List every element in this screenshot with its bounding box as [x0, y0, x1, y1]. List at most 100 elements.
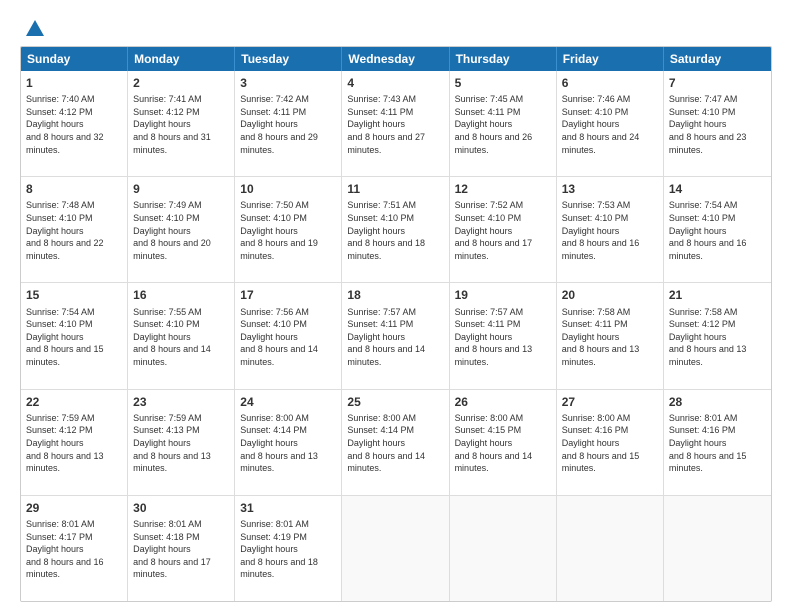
day-cell: 30 Sunrise: 8:01 AMSunset: 4:18 PMDayligh… — [128, 496, 235, 601]
day-info: Sunrise: 8:00 AMSunset: 4:16 PMDaylight … — [562, 412, 658, 475]
day-info: Sunrise: 7:47 AMSunset: 4:10 PMDaylight … — [669, 93, 766, 156]
day-number: 20 — [562, 287, 658, 303]
day-info: Sunrise: 7:45 AMSunset: 4:11 PMDaylight … — [455, 93, 551, 156]
day-cell: 5 Sunrise: 7:45 AMSunset: 4:11 PMDaylight… — [450, 71, 557, 176]
day-cell: 22 Sunrise: 7:59 AMSunset: 4:12 PMDayligh… — [21, 390, 128, 495]
day-number: 18 — [347, 287, 443, 303]
day-cell: 14 Sunrise: 7:54 AMSunset: 4:10 PMDayligh… — [664, 177, 771, 282]
week-row-1: 1Sunrise: 7:40 AMSunset: 4:12 PMDaylight… — [21, 71, 771, 176]
day-info: Sunrise: 8:01 AMSunset: 4:18 PMDaylight … — [133, 518, 229, 581]
day-number: 16 — [133, 287, 229, 303]
day-cell: 24Sunrise: 8:00 AMSunset: 4:14 PMDayligh… — [235, 390, 342, 495]
day-cell: 23 Sunrise: 7:59 AMSunset: 4:13 PMDayligh… — [128, 390, 235, 495]
day-number: 12 — [455, 181, 551, 197]
day-number: 2 — [133, 75, 229, 91]
day-number: 14 — [669, 181, 766, 197]
day-cell: 29 Sunrise: 8:01 AMSunset: 4:17 PMDayligh… — [21, 496, 128, 601]
day-number: 19 — [455, 287, 551, 303]
day-cell: 26 Sunrise: 8:00 AMSunset: 4:15 PMDayligh… — [450, 390, 557, 495]
day-cell: 25Sunrise: 8:00 AMSunset: 4:14 PMDayligh… — [342, 390, 449, 495]
day-info: Sunrise: 8:00 AMSunset: 4:14 PMDaylight … — [347, 412, 443, 475]
day-cell: 21 Sunrise: 7:58 AMSunset: 4:12 PMDayligh… — [664, 283, 771, 388]
day-cell: 16 Sunrise: 7:55 AMSunset: 4:10 PMDayligh… — [128, 283, 235, 388]
day-cell: 18 Sunrise: 7:57 AMSunset: 4:11 PMDayligh… — [342, 283, 449, 388]
day-number: 31 — [240, 500, 336, 516]
logo-icon — [24, 18, 46, 40]
header-sunday: Sunday — [21, 47, 128, 71]
day-cell: 6Sunrise: 7:46 AMSunset: 4:10 PMDaylight… — [557, 71, 664, 176]
day-cell: 19 Sunrise: 7:57 AMSunset: 4:11 PMDayligh… — [450, 283, 557, 388]
day-cell: 27 Sunrise: 8:00 AMSunset: 4:16 PMDayligh… — [557, 390, 664, 495]
day-cell: 13 Sunrise: 7:53 AMSunset: 4:10 PMDayligh… — [557, 177, 664, 282]
day-number: 4 — [347, 75, 443, 91]
day-cell: 2 Sunrise: 7:41 AMSunset: 4:12 PMDaylight… — [128, 71, 235, 176]
day-cell: 17Sunrise: 7:56 AMSunset: 4:10 PMDayligh… — [235, 283, 342, 388]
day-info: Sunrise: 8:01 AMSunset: 4:19 PMDaylight … — [240, 518, 336, 581]
day-number: 5 — [455, 75, 551, 91]
day-cell — [557, 496, 664, 601]
day-number: 6 — [562, 75, 658, 91]
day-cell: 1Sunrise: 7:40 AMSunset: 4:12 PMDaylight… — [21, 71, 128, 176]
week-row-5: 29 Sunrise: 8:01 AMSunset: 4:17 PMDayligh… — [21, 495, 771, 601]
day-info: Sunrise: 7:59 AMSunset: 4:13 PMDaylight … — [133, 412, 229, 475]
calendar: SundayMondayTuesdayWednesdayThursdayFrid… — [20, 46, 772, 602]
page-header — [20, 18, 772, 36]
day-number: 30 — [133, 500, 229, 516]
day-number: 15 — [26, 287, 122, 303]
day-info: Sunrise: 7:57 AMSunset: 4:11 PMDaylight … — [455, 306, 551, 369]
day-info: Sunrise: 7:41 AMSunset: 4:12 PMDaylight … — [133, 93, 229, 156]
day-number: 28 — [669, 394, 766, 410]
day-info: Sunrise: 7:58 AMSunset: 4:11 PMDaylight … — [562, 306, 658, 369]
logo — [20, 18, 46, 36]
day-info: Sunrise: 7:54 AMSunset: 4:10 PMDaylight … — [669, 199, 766, 262]
day-info: Sunrise: 7:56 AMSunset: 4:10 PMDaylight … — [240, 306, 336, 369]
day-info: Sunrise: 7:51 AMSunset: 4:10 PMDaylight … — [347, 199, 443, 262]
day-info: Sunrise: 7:43 AMSunset: 4:11 PMDaylight … — [347, 93, 443, 156]
day-cell: 7Sunrise: 7:47 AMSunset: 4:10 PMDaylight… — [664, 71, 771, 176]
day-number: 26 — [455, 394, 551, 410]
day-cell: 11 Sunrise: 7:51 AMSunset: 4:10 PMDayligh… — [342, 177, 449, 282]
day-info: Sunrise: 7:57 AMSunset: 4:11 PMDaylight … — [347, 306, 443, 369]
day-info: Sunrise: 7:58 AMSunset: 4:12 PMDaylight … — [669, 306, 766, 369]
day-cell: 20 Sunrise: 7:58 AMSunset: 4:11 PMDayligh… — [557, 283, 664, 388]
header-friday: Friday — [557, 47, 664, 71]
day-info: Sunrise: 7:40 AMSunset: 4:12 PMDaylight … — [26, 93, 122, 156]
day-info: Sunrise: 7:59 AMSunset: 4:12 PMDaylight … — [26, 412, 122, 475]
day-cell: 28 Sunrise: 8:01 AMSunset: 4:16 PMDayligh… — [664, 390, 771, 495]
day-cell — [342, 496, 449, 601]
day-number: 3 — [240, 75, 336, 91]
day-number: 21 — [669, 287, 766, 303]
day-cell: 12 Sunrise: 7:52 AMSunset: 4:10 PMDayligh… — [450, 177, 557, 282]
day-number: 23 — [133, 394, 229, 410]
calendar-body: 1Sunrise: 7:40 AMSunset: 4:12 PMDaylight… — [21, 71, 771, 601]
day-cell: 3 Sunrise: 7:42 AMSunset: 4:11 PMDaylight… — [235, 71, 342, 176]
day-info: Sunrise: 7:55 AMSunset: 4:10 PMDaylight … — [133, 306, 229, 369]
day-info: Sunrise: 7:48 AMSunset: 4:10 PMDaylight … — [26, 199, 122, 262]
calendar-header: SundayMondayTuesdayWednesdayThursdayFrid… — [21, 47, 771, 71]
calendar-page: SundayMondayTuesdayWednesdayThursdayFrid… — [0, 0, 792, 612]
day-info: Sunrise: 7:54 AMSunset: 4:10 PMDaylight … — [26, 306, 122, 369]
day-info: Sunrise: 7:53 AMSunset: 4:10 PMDaylight … — [562, 199, 658, 262]
day-info: Sunrise: 8:01 AMSunset: 4:16 PMDaylight … — [669, 412, 766, 475]
day-cell — [664, 496, 771, 601]
day-number: 27 — [562, 394, 658, 410]
day-info: Sunrise: 7:52 AMSunset: 4:10 PMDaylight … — [455, 199, 551, 262]
day-number: 29 — [26, 500, 122, 516]
day-cell: 15 Sunrise: 7:54 AMSunset: 4:10 PMDayligh… — [21, 283, 128, 388]
day-number: 11 — [347, 181, 443, 197]
week-row-2: 8 Sunrise: 7:48 AMSunset: 4:10 PMDaylight… — [21, 176, 771, 282]
day-number: 9 — [133, 181, 229, 197]
day-info: Sunrise: 8:00 AMSunset: 4:15 PMDaylight … — [455, 412, 551, 475]
header-saturday: Saturday — [664, 47, 771, 71]
day-number: 13 — [562, 181, 658, 197]
day-info: Sunrise: 7:50 AMSunset: 4:10 PMDaylight … — [240, 199, 336, 262]
day-number: 22 — [26, 394, 122, 410]
day-cell: 4 Sunrise: 7:43 AMSunset: 4:11 PMDaylight… — [342, 71, 449, 176]
day-number: 8 — [26, 181, 122, 197]
week-row-4: 22 Sunrise: 7:59 AMSunset: 4:12 PMDayligh… — [21, 389, 771, 495]
header-tuesday: Tuesday — [235, 47, 342, 71]
day-info: Sunrise: 8:01 AMSunset: 4:17 PMDaylight … — [26, 518, 122, 581]
day-cell — [450, 496, 557, 601]
day-info: Sunrise: 7:42 AMSunset: 4:11 PMDaylight … — [240, 93, 336, 156]
day-cell: 10Sunrise: 7:50 AMSunset: 4:10 PMDayligh… — [235, 177, 342, 282]
